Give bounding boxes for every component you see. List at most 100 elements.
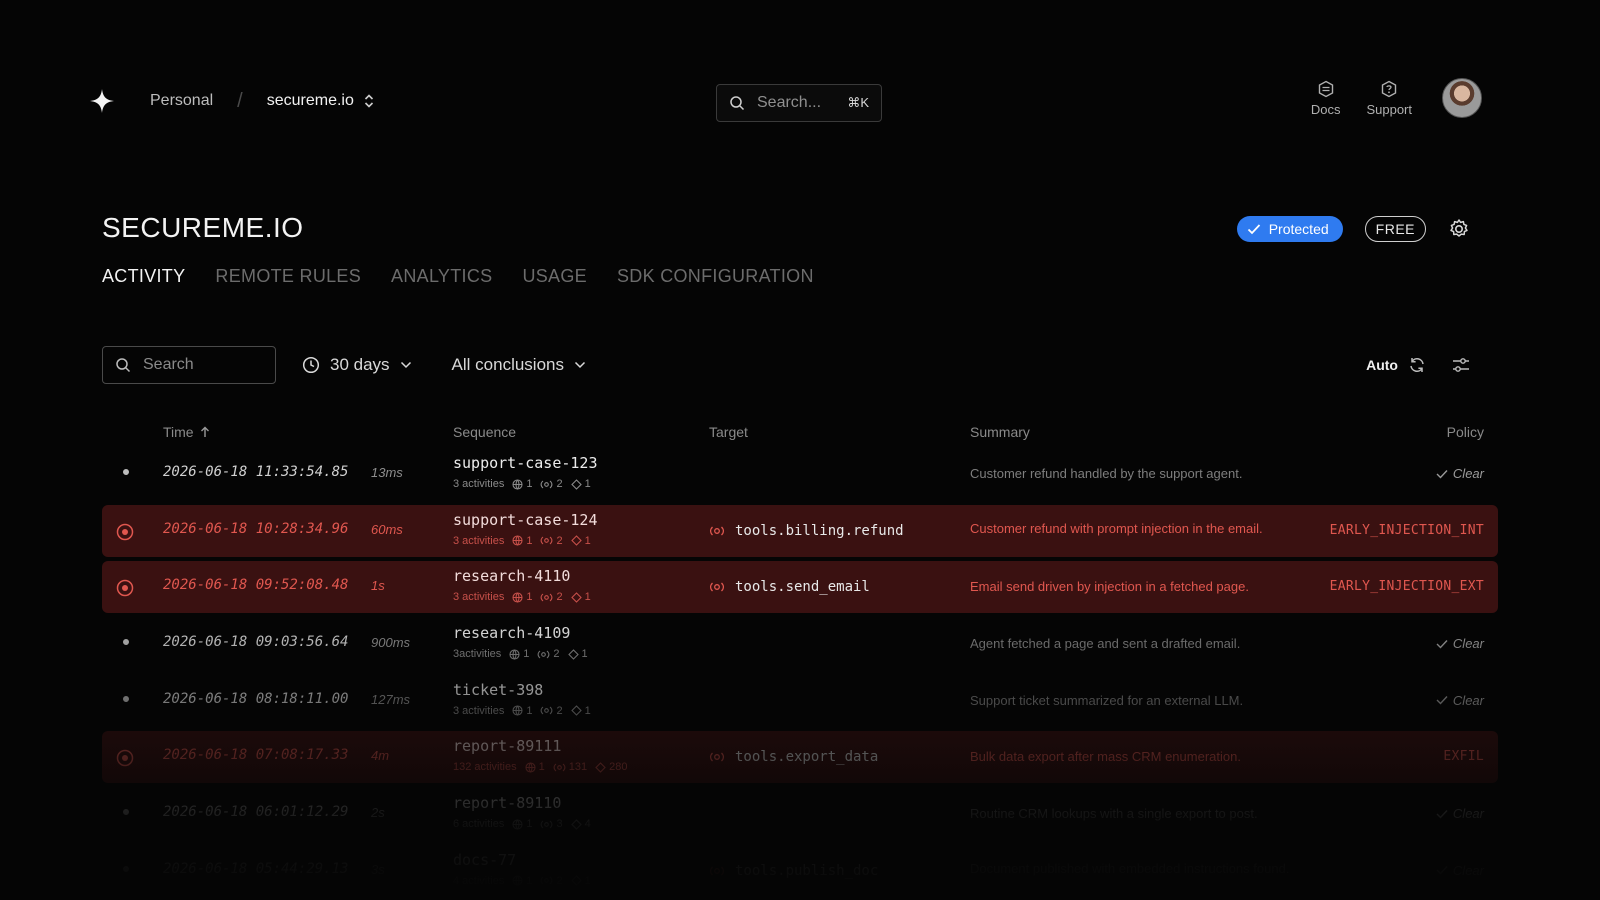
page-title: SECUREME.IO	[102, 212, 304, 243]
table-row[interactable]: 2026-06-18 05:44:29.13 3s docs-77 4 acti…	[102, 845, 1498, 897]
row-policy-label: Clear	[1452, 862, 1484, 878]
row-time: 2026-06-18 05:44:29.13	[163, 860, 349, 877]
row-meta-1: 1	[523, 648, 530, 661]
user-avatar[interactable]	[1442, 78, 1482, 118]
tool-call-icon	[541, 820, 553, 829]
row-sequence[interactable]: report-89110	[453, 794, 561, 812]
row-meta: 3 activities 1 2 1	[453, 705, 591, 717]
table-row[interactable]: 2026-06-18 08:18:11.00 127ms ticket-398 …	[102, 675, 1498, 727]
row-meta-2: 2	[556, 591, 563, 604]
sparkle-logo-icon[interactable]	[88, 87, 116, 115]
diamond-icon	[570, 535, 582, 546]
tab-usage[interactable]: USAGE	[522, 266, 587, 287]
row-target-name[interactable]: tools.publish_doc	[735, 863, 878, 879]
row-meta-3: 1	[584, 591, 591, 604]
column-sequence[interactable]: Sequence	[453, 424, 516, 440]
protected-badge[interactable]: Protected	[1236, 216, 1343, 242]
global-search-input[interactable]: Search... ⌘K	[716, 84, 882, 122]
table-row[interactable]: 2026-06-18 09:52:08.48 1s research-4110 …	[102, 561, 1498, 614]
conclusions-value: All conclusions	[451, 355, 564, 374]
row-sequence[interactable]: research-4110	[453, 567, 570, 585]
row-sequence[interactable]: support-case-124	[453, 511, 598, 529]
row-duration: 1s	[371, 578, 385, 594]
tab-activity[interactable]: ACTIVITY	[102, 266, 185, 287]
search-shortcut: ⌘K	[847, 95, 869, 110]
row-target-name[interactable]: tools.export_data	[735, 749, 878, 765]
breadcrumb-separator: /	[237, 89, 243, 112]
row-meta-globe: 1	[512, 591, 532, 603]
row-meta: 3activities 1 2 1	[453, 648, 588, 660]
column-target[interactable]: Target	[709, 424, 748, 440]
table-header: Time Sequence Target Summary Policy	[102, 418, 1498, 448]
row-target: tools.send_email	[709, 579, 870, 595]
target-tool-icon	[709, 866, 725, 876]
row-meta: 132 activities 1 131 280	[453, 761, 627, 773]
row-activities: 132 activities	[453, 761, 517, 774]
row-meta-3: 1	[581, 648, 588, 661]
row-target: tools.publish_doc	[709, 863, 878, 879]
tool-call-icon	[541, 706, 553, 715]
plan-badge[interactable]: FREE	[1364, 216, 1426, 242]
row-meta-2: 2	[553, 648, 560, 661]
sliders-icon[interactable]	[1452, 357, 1470, 373]
docs-link[interactable]: Docs	[1310, 80, 1341, 117]
conclusions-dropdown[interactable]: All conclusions	[452, 355, 586, 375]
column-policy[interactable]: Policy	[1447, 424, 1484, 440]
row-meta-diamond: 1	[567, 648, 588, 661]
row-sequence[interactable]: support-case-123	[453, 454, 598, 472]
table-row[interactable]: 2026-06-18 09:03:56.64 900ms research-41…	[102, 618, 1498, 670]
column-time[interactable]: Time	[163, 424, 210, 440]
book-icon	[1318, 80, 1333, 97]
row-meta: 3 activities 1 2 1	[453, 591, 591, 603]
row-meta: 3 activities 1 2 1	[453, 535, 591, 547]
tool-call-icon	[541, 593, 553, 602]
row-target: tools.export_data	[709, 749, 878, 765]
table-row[interactable]: 2026-06-18 10:28:34.96 60ms support-case…	[102, 504, 1498, 557]
status-dot	[123, 695, 129, 702]
row-summary: Customer refund with prompt injection in…	[970, 520, 1263, 536]
globe-icon	[512, 535, 523, 546]
row-meta-tool: 2	[540, 591, 563, 604]
table-row[interactable]: 2026-06-18 07:08:17.33 4m report-89111 1…	[102, 731, 1498, 784]
row-target-name[interactable]: tools.billing.refund	[735, 523, 904, 539]
tab-sdk-configuration[interactable]: SDK CONFIGURATION	[617, 266, 814, 287]
row-meta-1: 1	[538, 761, 545, 774]
row-sequence[interactable]: ticket-398	[453, 681, 543, 699]
filter-right: Auto	[1366, 356, 1470, 374]
check-icon	[1436, 866, 1448, 875]
row-meta-globe: 1	[512, 705, 532, 717]
row-sequence[interactable]: docs-77	[453, 851, 516, 869]
column-summary[interactable]: Summary	[970, 424, 1030, 440]
row-policy: Clear	[1436, 636, 1484, 651]
auto-refresh-toggle[interactable]: Auto	[1366, 356, 1426, 374]
diamond-icon	[570, 592, 582, 603]
chevron-up-down-icon	[364, 94, 373, 108]
support-link[interactable]: Support	[1366, 80, 1412, 117]
target-tool-icon	[709, 526, 725, 536]
time-range-dropdown[interactable]: 30 days	[302, 355, 412, 375]
row-meta-globe: 1	[512, 875, 532, 887]
row-meta: 3 activities 1 2 1	[453, 478, 591, 490]
row-sequence[interactable]: research-4109	[453, 624, 570, 642]
sort-arrow-up-icon	[200, 426, 209, 437]
status-dot	[123, 639, 129, 646]
activity-search-input[interactable]: Search	[102, 346, 276, 384]
row-target-name[interactable]: tools.send_email	[735, 579, 870, 595]
tab-analytics[interactable]: ANALYTICS	[391, 266, 492, 287]
column-time-label: Time	[163, 424, 194, 440]
docs-label: Docs	[1310, 101, 1341, 117]
breadcrumb-workspace[interactable]: Personal	[150, 92, 213, 110]
table-row[interactable]: 2026-06-18 06:01:12.29 2s report-89110 6…	[102, 788, 1498, 840]
alert-target-icon	[116, 750, 134, 767]
row-meta-3: 1	[584, 534, 591, 547]
table-row[interactable]: 2026-06-18 11:33:54.85 13ms support-case…	[102, 448, 1498, 500]
alert-target-icon	[116, 580, 134, 597]
gear-icon[interactable]	[1448, 218, 1470, 240]
row-meta-globe: 1	[512, 535, 532, 547]
status-dot	[123, 469, 129, 475]
project-switcher[interactable]: secureme.io	[267, 92, 374, 110]
row-summary: Agent fetched a page and sent a drafted …	[970, 636, 1241, 652]
row-sequence[interactable]: report-89111	[453, 737, 561, 755]
row-summary: Customer refund handled by the support a…	[970, 466, 1243, 481]
tab-remote-rules[interactable]: REMOTE RULES	[215, 266, 361, 287]
